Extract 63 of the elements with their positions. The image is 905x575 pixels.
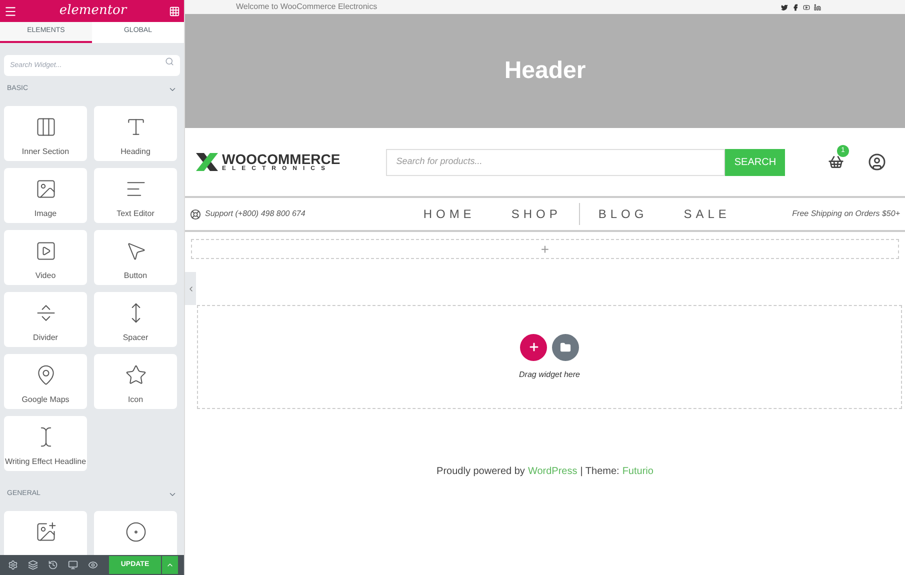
editor-logo: elementor bbox=[59, 2, 127, 20]
apps-grid-icon[interactable] bbox=[168, 6, 180, 16]
widget-label: Inner Section bbox=[22, 146, 70, 158]
widget-label: Writing Effect Headline bbox=[4, 456, 86, 468]
youtube-icon[interactable] bbox=[803, 4, 810, 10]
widget-card[interactable]: Spacer bbox=[94, 292, 177, 347]
nav-link[interactable]: SHOP bbox=[493, 205, 580, 223]
widget-card[interactable]: Text Editor bbox=[94, 168, 177, 223]
nav-link[interactable]: HOME bbox=[405, 205, 494, 223]
widget-label: Icon bbox=[128, 394, 144, 406]
widget-label: Divider bbox=[33, 332, 58, 344]
account-icon[interactable] bbox=[868, 153, 886, 171]
welcome-text: Welcome to WooCommerce Electronics bbox=[236, 1, 378, 13]
logo-wordmark: WOOCOMMERCE bbox=[222, 152, 340, 166]
drop-hint: Drag widget here bbox=[519, 368, 580, 380]
support-text: Support (+800) 498 800 674 bbox=[205, 208, 306, 220]
widget-label: Spacer bbox=[122, 332, 148, 344]
linkedin-icon[interactable] bbox=[814, 4, 821, 10]
template-library-button[interactable] bbox=[552, 334, 579, 360]
widget-label: Heading bbox=[120, 146, 150, 158]
monitor-icon[interactable] bbox=[68, 560, 78, 570]
widget-card[interactable]: Icon bbox=[94, 354, 177, 409]
footer-text: | Theme: bbox=[580, 465, 620, 479]
twitter-icon[interactable] bbox=[781, 4, 788, 10]
folder-icon bbox=[560, 342, 571, 352]
widget-card[interactable]: Video bbox=[4, 230, 87, 285]
nav-link[interactable]: SALE bbox=[666, 205, 748, 223]
add-widget-button[interactable] bbox=[520, 334, 547, 360]
lifebuoy-icon bbox=[190, 208, 201, 220]
plus-icon bbox=[528, 341, 540, 353]
iconbox-icon bbox=[124, 521, 146, 543]
nav-link[interactable]: BLOG bbox=[580, 205, 666, 223]
footer-text: Proudly powered by bbox=[436, 465, 525, 479]
product-search-field[interactable]: Search for products... bbox=[386, 148, 726, 176]
layers-icon[interactable] bbox=[28, 560, 38, 570]
columns-icon bbox=[34, 116, 56, 138]
imagebox-icon bbox=[34, 521, 56, 543]
search-icon bbox=[165, 57, 174, 66]
widget-card[interactable]: Google Maps bbox=[4, 354, 87, 409]
divider-icon bbox=[34, 302, 56, 324]
caret-icon bbox=[166, 561, 174, 569]
widget-label: Video bbox=[35, 270, 56, 282]
shipping-text: Free Shipping on Orders $50+ bbox=[792, 208, 900, 220]
widget-label: Text Editor bbox=[116, 208, 154, 220]
widget-label: Button bbox=[124, 270, 148, 282]
widget-label: Google Maps bbox=[22, 394, 70, 406]
facebook-icon[interactable] bbox=[792, 4, 799, 10]
video-icon bbox=[34, 240, 56, 262]
settings-icon[interactable] bbox=[8, 560, 18, 570]
cart-icon[interactable] bbox=[828, 154, 844, 170]
history-icon[interactable] bbox=[48, 560, 58, 570]
widget-card[interactable]: Heading bbox=[94, 106, 177, 161]
widget-card[interactable]: Writing Effect Headline bbox=[4, 416, 87, 471]
widget-card[interactable]: Button bbox=[94, 230, 177, 285]
header-title: Header bbox=[504, 56, 586, 86]
widget-card[interactable]: Inner Section bbox=[4, 106, 87, 161]
star-icon bbox=[124, 364, 146, 386]
menu-icon[interactable] bbox=[4, 4, 17, 18]
widget-card[interactable]: Image bbox=[4, 168, 87, 223]
widget-card[interactable]: Divider bbox=[4, 292, 87, 347]
eye-icon[interactable] bbox=[88, 560, 98, 570]
image-icon bbox=[34, 178, 56, 200]
widget-label: Image bbox=[34, 208, 57, 220]
